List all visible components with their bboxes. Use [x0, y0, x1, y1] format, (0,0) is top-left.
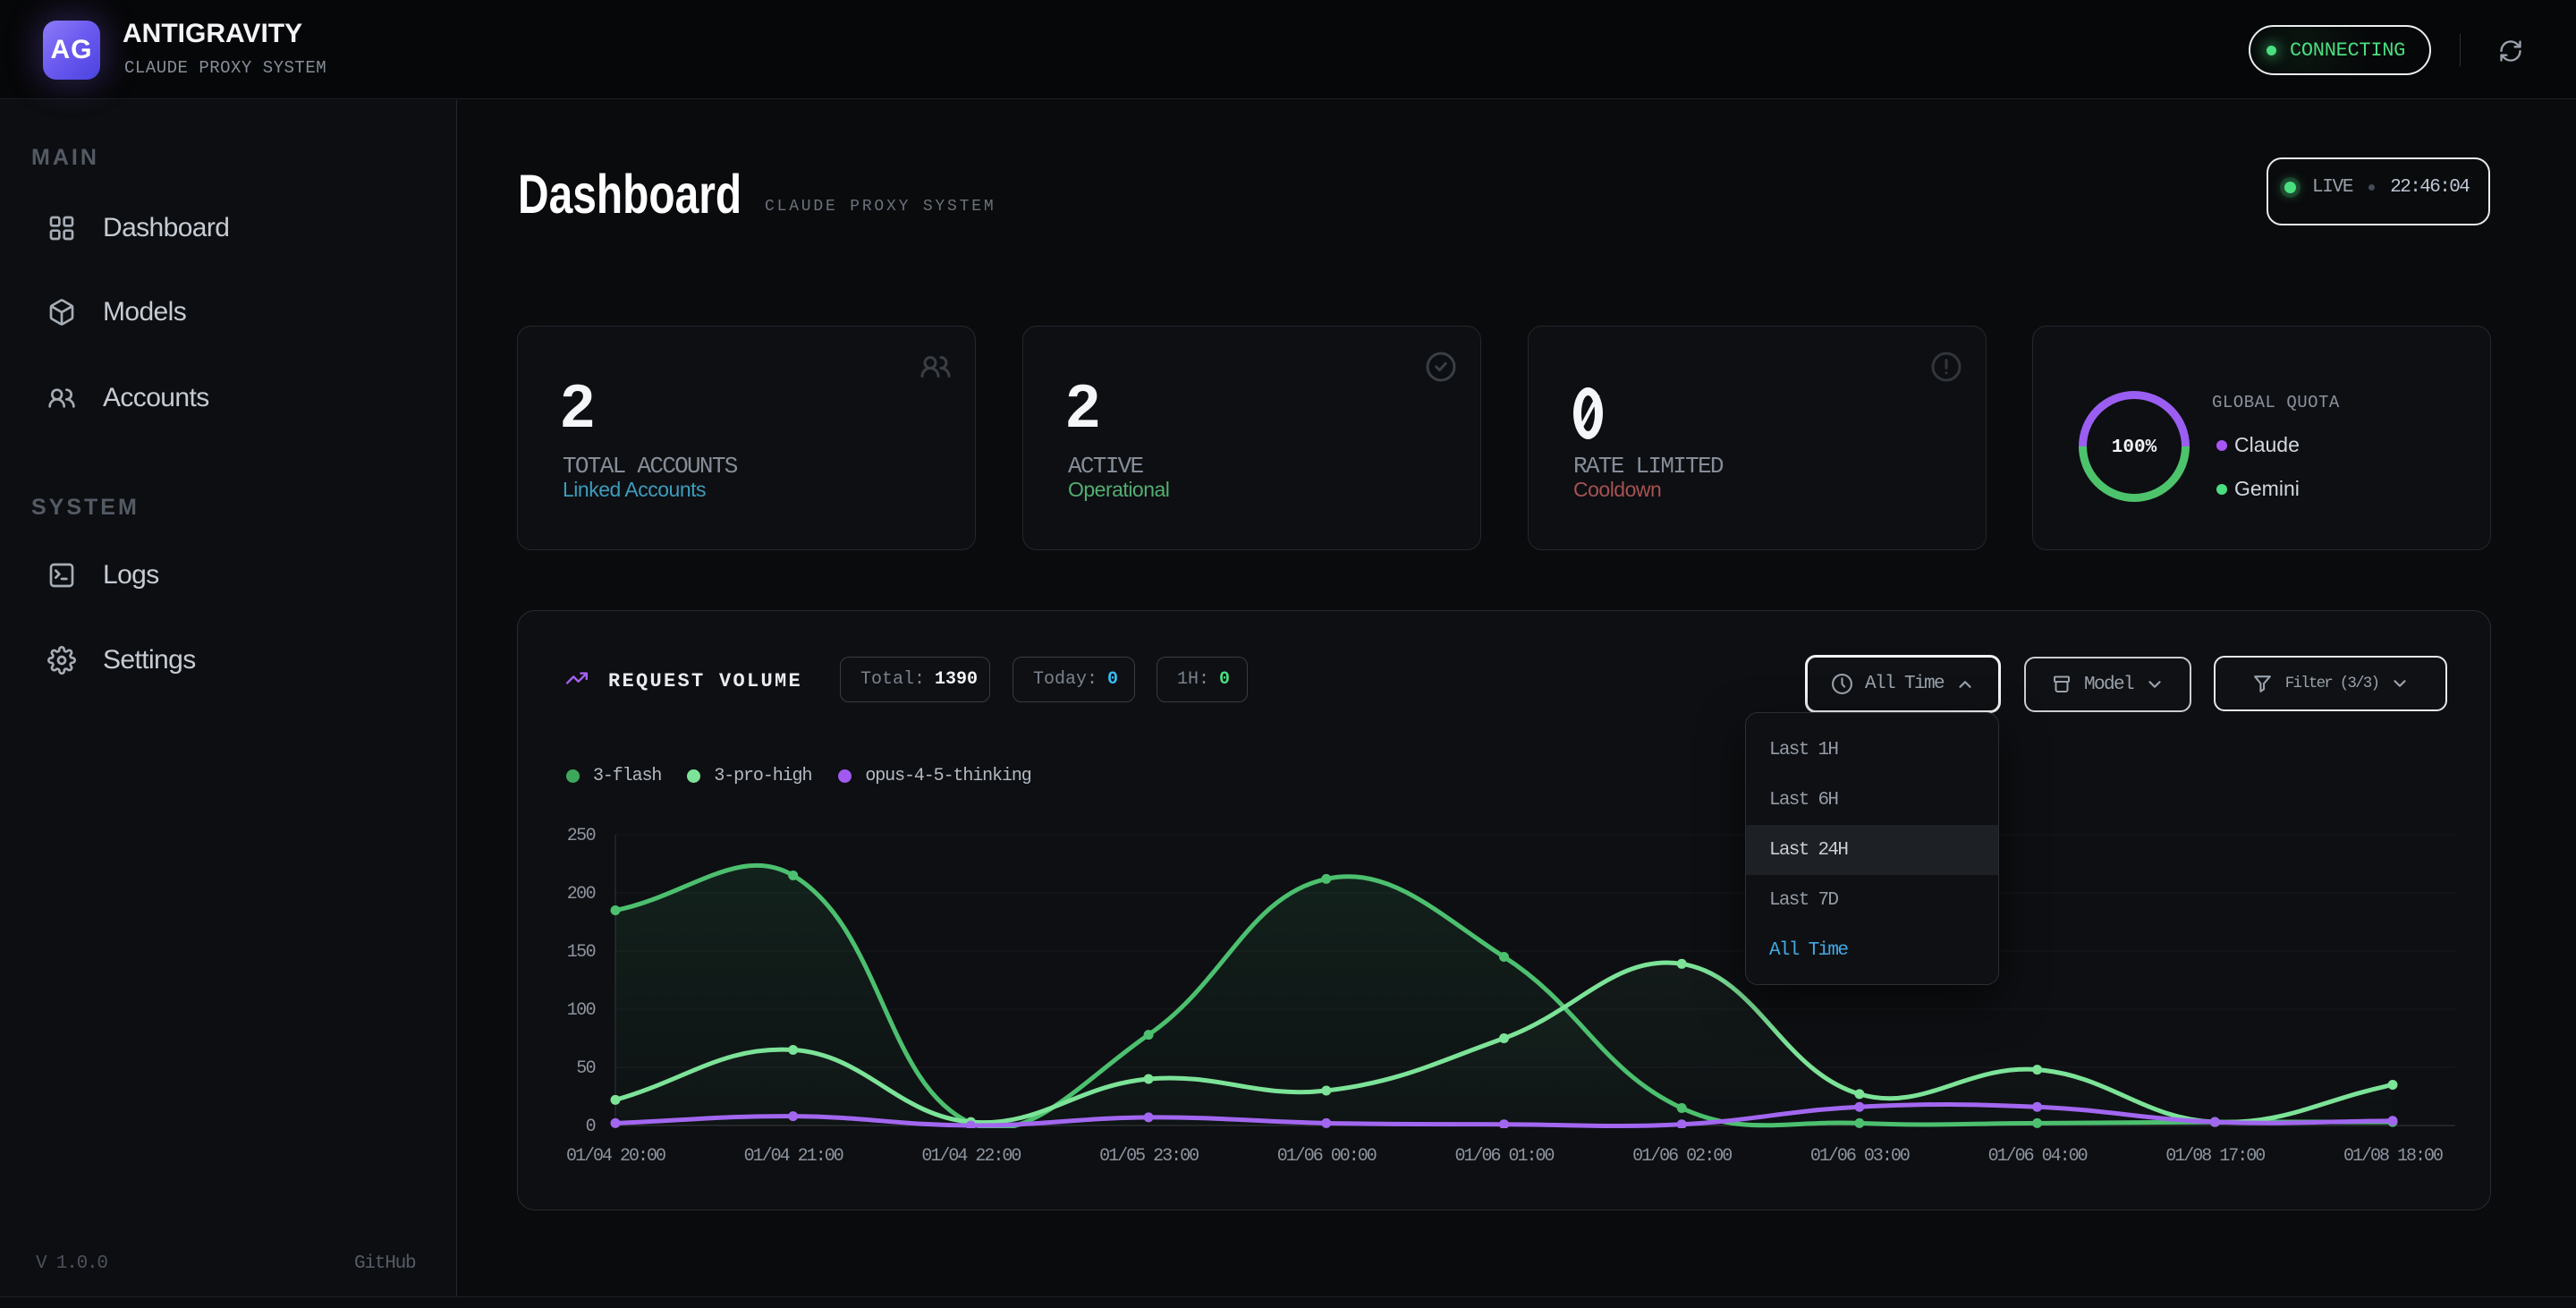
svg-text:01/06 01:00: 01/06 01:00: [1454, 1146, 1554, 1167]
svg-text:50: 50: [576, 1058, 595, 1079]
svg-text:250: 250: [567, 826, 596, 846]
svg-text:01/04 20:00: 01/04 20:00: [566, 1146, 665, 1167]
svg-text:150: 150: [567, 942, 596, 963]
svg-text:01/04 22:00: 01/04 22:00: [921, 1146, 1021, 1167]
svg-text:0: 0: [586, 1117, 596, 1137]
svg-text:01/08 18:00: 01/08 18:00: [2343, 1146, 2443, 1167]
svg-text:100: 100: [567, 1000, 596, 1021]
svg-text:100%: 100%: [2112, 437, 2157, 458]
svg-text:01/06 00:00: 01/06 00:00: [1277, 1146, 1377, 1167]
svg-text:01/06 02:00: 01/06 02:00: [1632, 1146, 1732, 1167]
svg-text:01/06 04:00: 01/06 04:00: [1988, 1146, 2088, 1167]
svg-text:01/08 17:00: 01/08 17:00: [2165, 1146, 2265, 1167]
svg-text:01/06 03:00: 01/06 03:00: [1810, 1146, 1910, 1167]
svg-text:200: 200: [567, 884, 596, 905]
svg-text:01/05 23:00: 01/05 23:00: [1099, 1146, 1199, 1167]
svg-text:01/04 21:00: 01/04 21:00: [744, 1146, 843, 1167]
